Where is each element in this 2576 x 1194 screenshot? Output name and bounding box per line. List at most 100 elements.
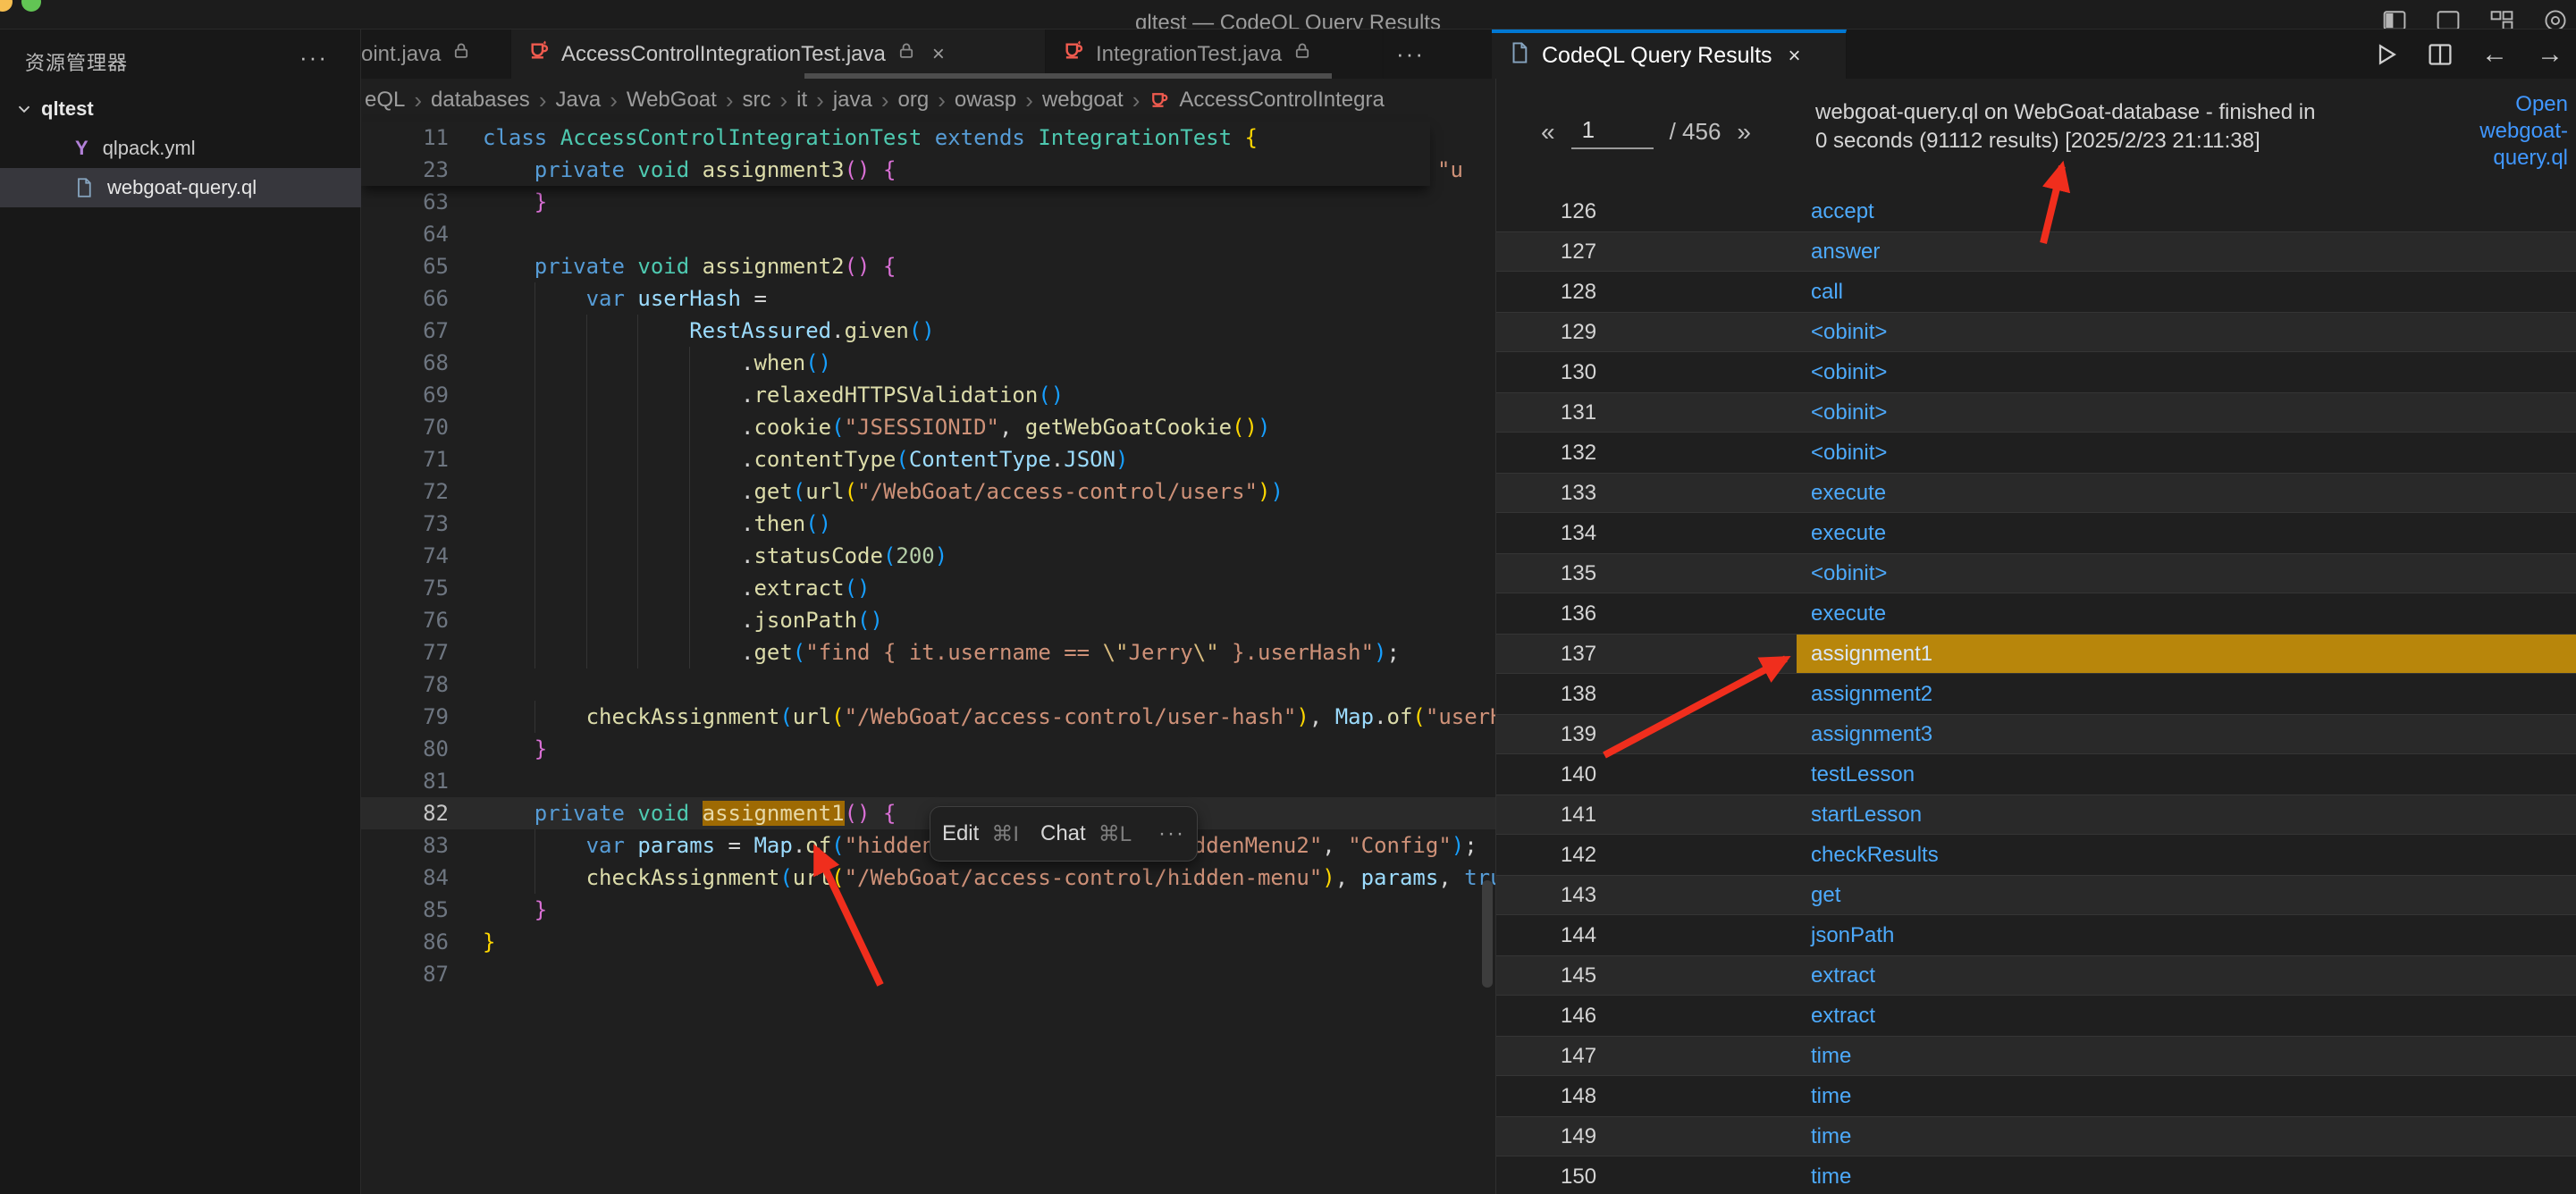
open-query-link-line[interactable]: webgoat- <box>2443 118 2568 145</box>
result-link[interactable]: assignment3 <box>1797 715 2576 753</box>
breadcrumb-item[interactable]: org <box>898 88 930 113</box>
code-token: . <box>483 640 753 665</box>
code-line-66[interactable]: 66 var userHash = <box>361 282 1495 315</box>
page-number-input[interactable] <box>1571 114 1654 149</box>
code-line-71[interactable]: 71 .contentType(ContentType.JSON) <box>361 443 1495 475</box>
split-editor-icon[interactable] <box>2428 42 2453 67</box>
breadcrumb-leaf[interactable]: AccessControlIntegra <box>1179 88 1384 113</box>
code-line-65[interactable]: 65 private void assignment2() { <box>361 250 1495 282</box>
open-query-link-line[interactable]: Open <box>2443 91 2568 118</box>
code-token: relaxedHTTPSValidation <box>753 383 1038 408</box>
code-line-85[interactable]: 85 } <box>361 894 1495 926</box>
result-index: 130 <box>1496 352 1797 392</box>
open-query-link-line[interactable]: query.ql <box>2443 145 2568 172</box>
tab-integrationtest[interactable]: IntegrationTest.java <box>1046 29 1384 79</box>
explorer-more-actions-icon[interactable]: ··· <box>299 44 328 71</box>
code-line-23[interactable]: 23 private void assignment3() { <box>361 154 1430 186</box>
close-tab-icon[interactable]: × <box>932 42 945 67</box>
result-link[interactable]: jsonPath <box>1797 915 2576 955</box>
result-link[interactable]: <obinit> <box>1797 313 2576 351</box>
prev-page-icon[interactable]: « <box>1541 118 1555 147</box>
code-line-80[interactable]: 80 } <box>361 733 1495 765</box>
code-line-77[interactable]: 77 .get("find { it.username == \"Jerry\"… <box>361 636 1495 668</box>
layout-grid-icon[interactable] <box>2490 9 2513 29</box>
code-line-64[interactable]: 64 <box>361 218 1495 250</box>
result-link[interactable]: checkResults <box>1797 835 2576 875</box>
result-link[interactable]: execute <box>1797 593 2576 634</box>
result-link[interactable]: time <box>1797 1037 2576 1075</box>
result-link[interactable]: <obinit> <box>1797 433 2576 473</box>
open-query-link[interactable]: Openwebgoat-query.ql <box>2443 91 2568 172</box>
navigate-back-icon[interactable]: ← <box>2481 39 2508 70</box>
code-line-68[interactable]: 68 .when() <box>361 347 1495 379</box>
breadcrumb-item[interactable]: Java <box>555 88 601 113</box>
breadcrumb-item[interactable]: webgoat <box>1042 88 1124 113</box>
result-link[interactable]: <obinit> <box>1797 554 2576 593</box>
tab-accesscontrolintegrationtest[interactable]: AccessControlIntegrationTest.java × <box>511 29 1046 79</box>
run-query-icon[interactable] <box>2374 42 2399 67</box>
widget-more-icon[interactable]: ··· <box>1158 821 1185 846</box>
breadcrumb[interactable]: eQL›databases›Java›WebGoat›src›it›java›o… <box>365 79 1491 122</box>
result-link[interactable]: testLesson <box>1797 754 2576 795</box>
result-link[interactable]: extract <box>1797 956 2576 995</box>
breadcrumb-item[interactable]: eQL <box>365 88 405 113</box>
code-lines[interactable]: 63 }6465 private void assignment2() {66 … <box>361 186 1495 990</box>
result-link[interactable]: startLesson <box>1797 795 2576 834</box>
code-line-75[interactable]: 75 .extract() <box>361 572 1495 604</box>
tab-overflow-icon[interactable]: ··· <box>1384 29 1437 79</box>
code-line-72[interactable]: 72 .get(url("/WebGoat/access-control/use… <box>361 475 1495 508</box>
result-link-selected[interactable]: assignment1 <box>1797 635 2576 673</box>
result-link[interactable]: <obinit> <box>1797 393 2576 432</box>
close-tab-icon[interactable]: × <box>1789 44 1801 69</box>
result-link[interactable]: call <box>1797 272 2576 312</box>
account-icon[interactable] <box>2544 9 2567 29</box>
result-link[interactable]: time <box>1797 1076 2576 1116</box>
breadcrumb-item[interactable]: WebGoat <box>627 88 717 113</box>
code-line-70[interactable]: 70 .cookie("JSESSIONID", getWebGoatCooki… <box>361 411 1495 443</box>
result-link[interactable]: time <box>1797 1117 2576 1156</box>
result-link[interactable]: execute <box>1797 474 2576 512</box>
code-editor[interactable]: eQL›databases›Java›WebGoat›src›it›java›o… <box>361 79 1495 1194</box>
breadcrumb-item[interactable]: it <box>796 88 807 113</box>
code-line-69[interactable]: 69 .relaxedHTTPSValidation() <box>361 379 1495 411</box>
sidebar-item-webgoat-query[interactable]: webgoat-query.ql <box>0 168 361 207</box>
code-line-86[interactable]: 86} <box>361 926 1495 958</box>
edit-button[interactable]: Edit <box>942 821 979 846</box>
toggle-sidebar-icon[interactable] <box>2383 9 2406 29</box>
code-line-63[interactable]: 63 } <box>361 186 1495 218</box>
code-line-87[interactable]: 87 <box>361 958 1495 990</box>
chat-button[interactable]: Chat <box>1040 821 1086 846</box>
code-line-74[interactable]: 74 .statusCode(200) <box>361 540 1495 572</box>
code-line-79[interactable]: 79 checkAssignment(url("/WebGoat/access-… <box>361 701 1495 733</box>
sidebar-item-qltest[interactable]: qltest <box>0 89 361 129</box>
tab-codeql-query-results[interactable]: CodeQL Query Results × <box>1492 29 1847 79</box>
result-link[interactable]: accept <box>1797 191 2576 231</box>
result-link[interactable]: answer <box>1797 232 2576 271</box>
breadcrumb-item[interactable]: src <box>742 88 770 113</box>
result-link[interactable]: assignment2 <box>1797 674 2576 714</box>
code-line-78[interactable]: 78 <box>361 668 1495 701</box>
code-line-73[interactable]: 73 .then() <box>361 508 1495 540</box>
tabbar-scrollbar[interactable] <box>804 73 1332 79</box>
editor-scrollbar[interactable] <box>1482 880 1493 988</box>
breadcrumb-item[interactable]: owasp <box>955 88 1016 113</box>
code-line-76[interactable]: 76 .jsonPath() <box>361 604 1495 636</box>
code-line-11[interactable]: 11class AccessControlIntegrationTest ext… <box>361 122 1430 154</box>
result-link[interactable]: execute <box>1797 513 2576 553</box>
code-line-67[interactable]: 67 RestAssured.given() <box>361 315 1495 347</box>
result-link[interactable]: time <box>1797 1156 2576 1194</box>
code-line-84[interactable]: 84 checkAssignment(url("/WebGoat/access-… <box>361 862 1495 894</box>
code-line-82[interactable]: 82 private void assignment1() { <box>361 797 1495 829</box>
result-link[interactable]: get <box>1797 876 2576 914</box>
result-link[interactable]: <obinit> <box>1797 352 2576 392</box>
toggle-panel-icon[interactable] <box>2437 9 2460 29</box>
breadcrumb-item[interactable]: databases <box>431 88 530 113</box>
next-page-icon[interactable]: » <box>1737 118 1751 147</box>
result-link[interactable]: extract <box>1797 996 2576 1036</box>
tab-point-java[interactable]: oint.java <box>361 29 511 79</box>
code-line-81[interactable]: 81 <box>361 765 1495 797</box>
navigate-forward-icon[interactable]: → <box>2537 39 2563 70</box>
sidebar-item-qlpack[interactable]: Y qlpack.yml <box>0 129 361 168</box>
code-line-83[interactable]: 83 var params = Map.of("hiddenMenu1", "U… <box>361 829 1495 862</box>
breadcrumb-item[interactable]: java <box>833 88 872 113</box>
